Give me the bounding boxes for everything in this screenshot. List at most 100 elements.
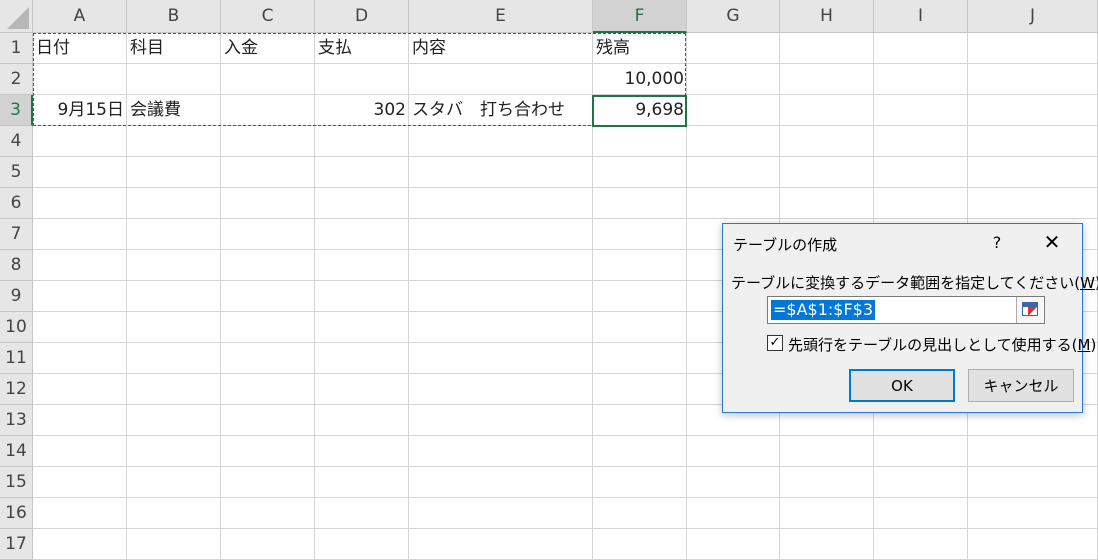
cell-d3[interactable]: 302 <box>315 95 409 126</box>
cell-e3[interactable]: スタバ 打ち合わせ <box>409 95 593 126</box>
grid-cell[interactable] <box>968 498 1098 529</box>
grid-cell[interactable] <box>127 188 221 219</box>
grid-cell[interactable] <box>315 436 409 467</box>
grid-cell[interactable] <box>315 126 409 157</box>
select-all-corner[interactable] <box>0 0 33 33</box>
grid-cell[interactable] <box>33 405 127 436</box>
grid-cell[interactable] <box>593 343 687 374</box>
grid-cell[interactable] <box>780 188 874 219</box>
grid-cell[interactable] <box>315 250 409 281</box>
grid-cell[interactable] <box>221 374 315 405</box>
grid-cell[interactable] <box>127 281 221 312</box>
grid-cell[interactable] <box>687 64 780 95</box>
grid-cell[interactable] <box>315 343 409 374</box>
grid-cell[interactable] <box>409 436 593 467</box>
grid-cell[interactable] <box>687 436 780 467</box>
row-header-11[interactable]: 11 <box>0 343 33 374</box>
column-header-h[interactable]: H <box>780 0 874 33</box>
grid-cell[interactable] <box>409 157 593 188</box>
grid-cell[interactable] <box>687 157 780 188</box>
collapse-dialog-button[interactable] <box>1016 297 1043 323</box>
column-header-b[interactable]: B <box>127 0 221 33</box>
grid-cell[interactable] <box>874 529 968 560</box>
cell-f3[interactable]: 9,698 <box>593 95 687 126</box>
grid-cell[interactable] <box>315 374 409 405</box>
close-icon[interactable]: ✕ <box>1039 230 1065 254</box>
grid-cell[interactable] <box>221 188 315 219</box>
grid-cell[interactable] <box>593 374 687 405</box>
row-header-16[interactable]: 16 <box>0 498 33 529</box>
grid-cell[interactable] <box>315 405 409 436</box>
grid-cell[interactable] <box>127 250 221 281</box>
grid-cell[interactable] <box>874 467 968 498</box>
row-header-5[interactable]: 5 <box>0 157 33 188</box>
grid-cell[interactable] <box>127 374 221 405</box>
row-header-15[interactable]: 15 <box>0 467 33 498</box>
column-header-f[interactable]: F <box>593 0 687 33</box>
grid-cell[interactable] <box>780 64 874 95</box>
grid-cell[interactable] <box>874 498 968 529</box>
grid-cell[interactable] <box>780 33 874 64</box>
grid-cell[interactable] <box>968 529 1098 560</box>
column-header-j[interactable]: J <box>968 0 1098 33</box>
grid-cell[interactable] <box>593 188 687 219</box>
grid-cell[interactable] <box>127 405 221 436</box>
grid-cell[interactable] <box>33 188 127 219</box>
cell-e1[interactable]: 内容 <box>409 33 593 64</box>
grid-cell[interactable] <box>874 157 968 188</box>
grid-cell[interactable] <box>593 126 687 157</box>
grid-cell[interactable] <box>315 64 409 95</box>
cancel-button[interactable]: キャンセル <box>968 369 1074 402</box>
row-header-9[interactable]: 9 <box>0 281 33 312</box>
header-row-checkbox[interactable]: ✓ <box>767 335 783 351</box>
grid-cell[interactable] <box>221 126 315 157</box>
grid-cell[interactable] <box>780 157 874 188</box>
grid-cell[interactable] <box>780 467 874 498</box>
grid-cell[interactable] <box>874 95 968 126</box>
grid-cell[interactable] <box>593 281 687 312</box>
grid-cell[interactable] <box>127 343 221 374</box>
grid-cell[interactable] <box>968 467 1098 498</box>
grid-cell[interactable] <box>33 436 127 467</box>
grid-cell[interactable] <box>409 281 593 312</box>
grid-cell[interactable] <box>315 498 409 529</box>
grid-cell[interactable] <box>315 188 409 219</box>
column-header-g[interactable]: G <box>687 0 780 33</box>
grid-cell[interactable] <box>315 312 409 343</box>
grid-cell[interactable] <box>221 157 315 188</box>
grid-cell[interactable] <box>874 33 968 64</box>
grid-cell[interactable] <box>687 95 780 126</box>
grid-cell[interactable] <box>593 467 687 498</box>
grid-cell[interactable] <box>33 157 127 188</box>
grid-cell[interactable] <box>687 529 780 560</box>
grid-cell[interactable] <box>593 436 687 467</box>
grid-cell[interactable] <box>33 529 127 560</box>
row-header-10[interactable]: 10 <box>0 312 33 343</box>
ok-button[interactable]: OK <box>849 369 955 402</box>
grid-cell[interactable] <box>409 250 593 281</box>
grid-cell[interactable] <box>687 33 780 64</box>
grid-cell[interactable] <box>221 250 315 281</box>
grid-cell[interactable] <box>33 281 127 312</box>
row-header-13[interactable]: 13 <box>0 405 33 436</box>
grid-cell[interactable] <box>593 250 687 281</box>
grid-cell[interactable] <box>127 126 221 157</box>
row-header-3[interactable]: 3 <box>0 95 33 126</box>
grid-cell[interactable] <box>593 312 687 343</box>
grid-cell[interactable] <box>221 95 315 126</box>
grid-cell[interactable] <box>221 467 315 498</box>
grid-cell[interactable] <box>221 64 315 95</box>
grid-cell[interactable] <box>127 312 221 343</box>
cell-f2[interactable]: 10,000 <box>593 64 687 95</box>
grid-cell[interactable] <box>221 281 315 312</box>
header-row-checkbox-label[interactable]: 先頭行をテーブルの見出しとして使用する(M) <box>788 334 1096 355</box>
grid-cell[interactable] <box>409 405 593 436</box>
grid-cell[interactable] <box>127 436 221 467</box>
row-header-4[interactable]: 4 <box>0 126 33 157</box>
grid-cell[interactable] <box>221 405 315 436</box>
grid-cell[interactable] <box>780 126 874 157</box>
grid-cell[interactable] <box>127 157 221 188</box>
grid-cell[interactable] <box>315 219 409 250</box>
grid-cell[interactable] <box>33 498 127 529</box>
grid-cell[interactable] <box>315 281 409 312</box>
